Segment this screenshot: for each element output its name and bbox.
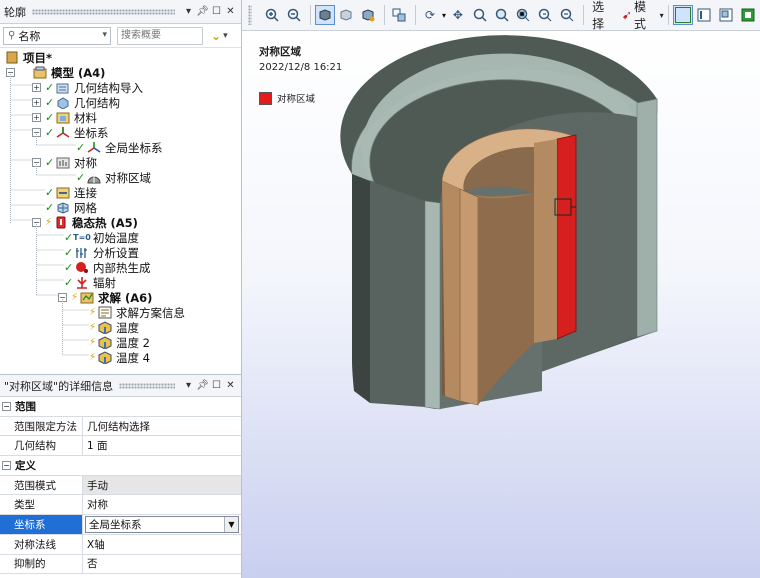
detail-value-cell: 全局坐标系 ▼ [83, 515, 241, 534]
toolbar-separator [384, 5, 386, 25]
graphics-viewport[interactable]: 对称区域 2022/12/8 16:21 对称区域 [242, 31, 760, 578]
section-label: 范围 [15, 400, 36, 413]
coordinate-system-select[interactable]: 全局坐标系 ▼ [85, 515, 239, 533]
model-view[interactable] [242, 31, 760, 578]
outline-title: 轮廓 [4, 5, 26, 19]
detail-key: 坐标系 [0, 515, 83, 534]
details-table: − 范围 范围限定方法 几何结构选择 几何结构 1 面 − 定义 范围模式 手动… [0, 397, 241, 575]
detail-value[interactable]: 几何结构选择 [83, 417, 241, 436]
select-body-icon[interactable] [738, 5, 758, 25]
search-field-label: 名称 [18, 29, 41, 43]
zoom-next-icon[interactable] [557, 5, 577, 25]
chevron-down-icon[interactable]: ▼ [224, 516, 238, 532]
maximize-icon[interactable]: ☐ [210, 379, 223, 393]
select-edge-icon[interactable] [695, 5, 715, 25]
detail-key: 类型 [0, 495, 83, 515]
detail-value[interactable]: 对称 [83, 495, 241, 514]
toolbar-separator [583, 5, 585, 25]
collapse-icon[interactable]: − [2, 401, 11, 411]
maximize-icon[interactable]: ☐ [210, 5, 223, 19]
panel-grip[interactable] [32, 8, 175, 15]
tree-guide-lines [10, 74, 89, 356]
section-label: 定义 [15, 459, 36, 472]
toolbar-separator [667, 5, 669, 25]
search-icon: ⚲ [8, 30, 16, 41]
shaded-view-icon[interactable] [314, 5, 335, 25]
detail-value[interactable]: 否 [83, 555, 241, 574]
detail-row-suppressed[interactable]: 抑制的 否 [0, 554, 241, 575]
detail-key: 范围限定方法 [0, 416, 83, 436]
pan-icon[interactable]: ✥ [448, 5, 468, 25]
detail-key: 几何结构 [0, 436, 83, 456]
cursor-icon: ➹ [621, 8, 632, 22]
zoom-to-fit-icon[interactable] [514, 5, 534, 25]
rotate-icon[interactable]: ⟳ [420, 5, 440, 25]
detail-row-scoping-method[interactable]: 范围限定方法 几何结构选择 [0, 416, 241, 437]
filter-icon[interactable]: ⌄ [211, 29, 221, 43]
detail-row-coordinate-system[interactable]: 坐标系 全局坐标系 ▼ [0, 515, 241, 535]
box-zoom-icon[interactable] [492, 5, 512, 25]
section-definition[interactable]: − 定义 [0, 456, 241, 476]
toolbar-grip[interactable] [248, 5, 252, 25]
select-box-icon[interactable] [389, 5, 409, 25]
dropdown-value: 全局坐标系 [89, 518, 142, 531]
zoom-previous-icon[interactable] [535, 5, 555, 25]
rotate-dropdown-icon[interactable]: ▾ [442, 11, 446, 20]
mode-menu-button[interactable]: ➹ 模式 ▾ [622, 0, 664, 32]
collapse-icon[interactable]: − [2, 460, 11, 470]
outer-cut-face-front [424, 200, 441, 410]
symmetry-face [556, 134, 577, 340]
detail-key: 抑制的 [0, 554, 83, 574]
zoom-out-icon[interactable] [284, 5, 304, 25]
select-face-icon[interactable] [716, 5, 736, 25]
search-row: ⚲ 名称 ▾ ⌄ ▾ [0, 24, 241, 48]
mode-label: 模式 [633, 0, 646, 31]
detail-key: 对称法线 [0, 534, 83, 554]
graphics-toolbar: ⟳ ▾ ✥ 选择 ➹ 模式 ▾ [242, 0, 760, 31]
chevron-down-icon: ▾ [659, 10, 664, 20]
dropdown-icon[interactable]: ▾ [182, 379, 195, 393]
detail-key: 范围模式 [0, 475, 83, 495]
search-field-select[interactable]: ⚲ 名称 ▾ [3, 26, 111, 45]
detail-value: 手动 [83, 475, 241, 495]
detail-row-scope-mode[interactable]: 范围模式 手动 [0, 475, 241, 496]
outer-wall [370, 181, 425, 407]
detail-value[interactable]: X轴 [83, 535, 241, 554]
toolbar-separator [309, 5, 311, 25]
outline-panel: 轮廓 ▾ 📌︎ ☐ ✕ ⚲ 名称 ▾ ⌄ ▾ 项目* − 模型 (A4) + [0, 0, 242, 374]
rotate-cube-icon[interactable] [358, 5, 378, 25]
close-icon[interactable]: ✕ [224, 5, 237, 19]
inner-tube-cut-front [442, 181, 460, 401]
select-menu-button[interactable]: 选择 [592, 0, 616, 32]
dropdown-icon[interactable]: ▾ [182, 5, 195, 19]
detail-row-type[interactable]: 类型 对称 [0, 495, 241, 516]
panel-grip[interactable] [119, 382, 175, 389]
outer-wall-dark [352, 174, 370, 403]
zoom-icon[interactable] [470, 5, 490, 25]
pin-icon[interactable]: 📌︎ [196, 379, 209, 393]
inner-cut-face-front [459, 188, 479, 406]
outer-cut-face-right [636, 98, 658, 338]
details-title: "对称区域"的详细信息 [4, 379, 114, 393]
close-icon[interactable]: ✕ [224, 379, 237, 393]
filter-dropdown-icon[interactable]: ▾ [223, 31, 228, 41]
zoom-in-icon[interactable] [262, 5, 282, 25]
search-input[interactable] [117, 26, 203, 45]
outline-header: 轮廓 ▾ 📌︎ ☐ ✕ [0, 0, 241, 24]
toolbar-separator [415, 5, 417, 25]
detail-row-symmetry-normal[interactable]: 对称法线 X轴 [0, 534, 241, 555]
details-header: "对称区域"的详细信息 ▾ 📌︎ ☐ ✕ [0, 375, 241, 397]
wireframe-view-icon[interactable] [337, 5, 357, 25]
details-panel: "对称区域"的详细信息 ▾ 📌︎ ☐ ✕ − 范围 范围限定方法 几何结构选择 … [0, 374, 242, 578]
chevron-down-icon: ▾ [102, 29, 107, 40]
inner-cut-face-right [534, 139, 557, 343]
select-vertex-icon[interactable] [672, 5, 693, 25]
section-scope[interactable]: − 范围 [0, 397, 241, 417]
pin-icon[interactable]: 📌︎ [196, 5, 209, 19]
detail-row-geometry[interactable]: 几何结构 1 面 [0, 436, 241, 457]
detail-value[interactable]: 1 面 [83, 436, 241, 455]
